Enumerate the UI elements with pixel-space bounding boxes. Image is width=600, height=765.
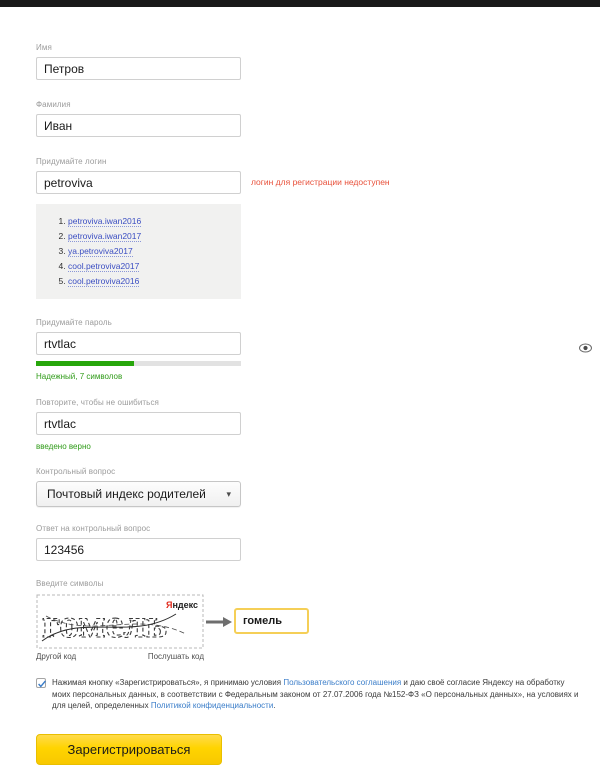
captcha-label: Введите символы: [36, 579, 104, 588]
consent-text-part3: .: [273, 701, 276, 710]
captcha-refresh-link[interactable]: Другой код: [36, 652, 76, 661]
captcha-area: гомель Яндекс Другой код Послушать код г…: [36, 594, 600, 661]
registration-form: Имя Петров Фамилия Иван Придумайте логин…: [0, 7, 600, 765]
last-name-label: Фамилия: [36, 100, 71, 109]
consent-checkbox[interactable]: [36, 678, 46, 688]
yandex-logo-rest: ндекс: [172, 600, 198, 610]
login-label: Придумайте логин: [36, 157, 107, 166]
login-suggestions-list: petroviva.iwan2016 petroviva.iwan2017 ya…: [46, 214, 231, 289]
suggestion-link[interactable]: cool.petroviva2016: [68, 276, 140, 287]
field-last-name: Фамилия Иван: [36, 80, 600, 137]
security-answer-label: Ответ на контрольный вопрос: [36, 524, 151, 533]
consent-row: Нажимая кнопку «Зарегистрироваться», я п…: [36, 677, 581, 712]
security-answer-input[interactable]: 123456: [36, 538, 241, 561]
password-repeat-status: введено верно: [36, 442, 91, 451]
password-strength-fill: [36, 361, 135, 366]
arrow-icon: [204, 594, 234, 649]
password-repeat-label: Повторите, чтобы не ошибиться: [36, 398, 159, 407]
register-submit-button[interactable]: Зарегистрироваться: [36, 733, 222, 765]
login-row: petroviva логин для регистрации недоступ…: [36, 171, 600, 194]
suggestion-link[interactable]: cool.petroviva2017: [68, 261, 140, 272]
password-strength-bar: [36, 361, 241, 366]
suggestion-link[interactable]: petroviva.iwan2017: [68, 231, 142, 242]
captcha-input[interactable]: гомель: [234, 608, 309, 634]
list-item: cool.petroviva2016: [68, 274, 231, 289]
field-first-name: Имя Петров: [36, 7, 600, 80]
security-question-select[interactable]: Почтовый индекс родителей ▾: [36, 481, 241, 507]
captcha-image-wrapper: гомель Яндекс Другой код Послушать код: [36, 594, 204, 661]
login-suggestions-box: petroviva.iwan2016 petroviva.iwan2017 ya…: [36, 204, 241, 299]
suggestion-link[interactable]: ya.petroviva2017: [68, 246, 133, 257]
svg-text:гомель: гомель: [42, 601, 167, 646]
password-input[interactable]: rtvtlac: [36, 332, 241, 355]
field-login: Придумайте логин petroviva логин для рег…: [36, 137, 600, 299]
consent-text-part1: Нажимая кнопку «Зарегистрироваться», я п…: [52, 678, 284, 687]
password-strength-text: Надежный, 7 символов: [36, 372, 123, 381]
list-item: petroviva.iwan2017: [68, 229, 231, 244]
privacy-policy-link[interactable]: Политикой конфиденциальности: [151, 701, 273, 710]
list-item: ya.petroviva2017: [68, 244, 231, 259]
password-label: Придумайте пароль: [36, 318, 112, 327]
list-item: petroviva.iwan2016: [68, 214, 231, 229]
suggestion-link[interactable]: petroviva.iwan2016: [68, 216, 142, 227]
captcha-image: гомель Яндекс: [36, 594, 204, 649]
field-captcha: Введите символы гомель Яндекс Другой код…: [36, 561, 600, 661]
field-security-answer: Ответ на контрольный вопрос 123456: [36, 507, 600, 561]
field-password: Придумайте пароль rtvtlac Надежный, 7 си…: [36, 299, 600, 381]
show-password-eye-icon[interactable]: [579, 339, 592, 352]
top-dark-bar: [0, 0, 600, 7]
password-repeat-input[interactable]: rtvtlac: [36, 412, 241, 435]
first-name-input[interactable]: Петров: [36, 57, 241, 80]
security-question-selected-value: Почтовый индекс родителей: [47, 487, 206, 501]
login-input[interactable]: petroviva: [36, 171, 241, 194]
list-item: cool.petroviva2017: [68, 259, 231, 274]
captcha-links: Другой код Послушать код: [36, 652, 204, 661]
chevron-down-icon: ▾: [226, 488, 231, 499]
field-password-repeat: Повторите, чтобы не ошибиться rtvtlac вв…: [36, 381, 600, 451]
consent-text: Нажимая кнопку «Зарегистрироваться», я п…: [52, 677, 581, 712]
last-name-input[interactable]: Иван: [36, 114, 241, 137]
first-name-label: Имя: [36, 43, 52, 52]
yandex-logo: Яндекс: [166, 600, 198, 610]
login-error-message: логин для регистрации недоступен: [251, 177, 390, 187]
field-security-question: Контрольный вопрос Почтовый индекс родит…: [36, 451, 600, 507]
password-input-wrapper: rtvtlac: [36, 332, 600, 355]
captcha-audio-link[interactable]: Послушать код: [148, 652, 204, 661]
security-question-label: Контрольный вопрос: [36, 467, 116, 476]
user-agreement-link[interactable]: Пользовательского соглашения: [283, 678, 401, 687]
